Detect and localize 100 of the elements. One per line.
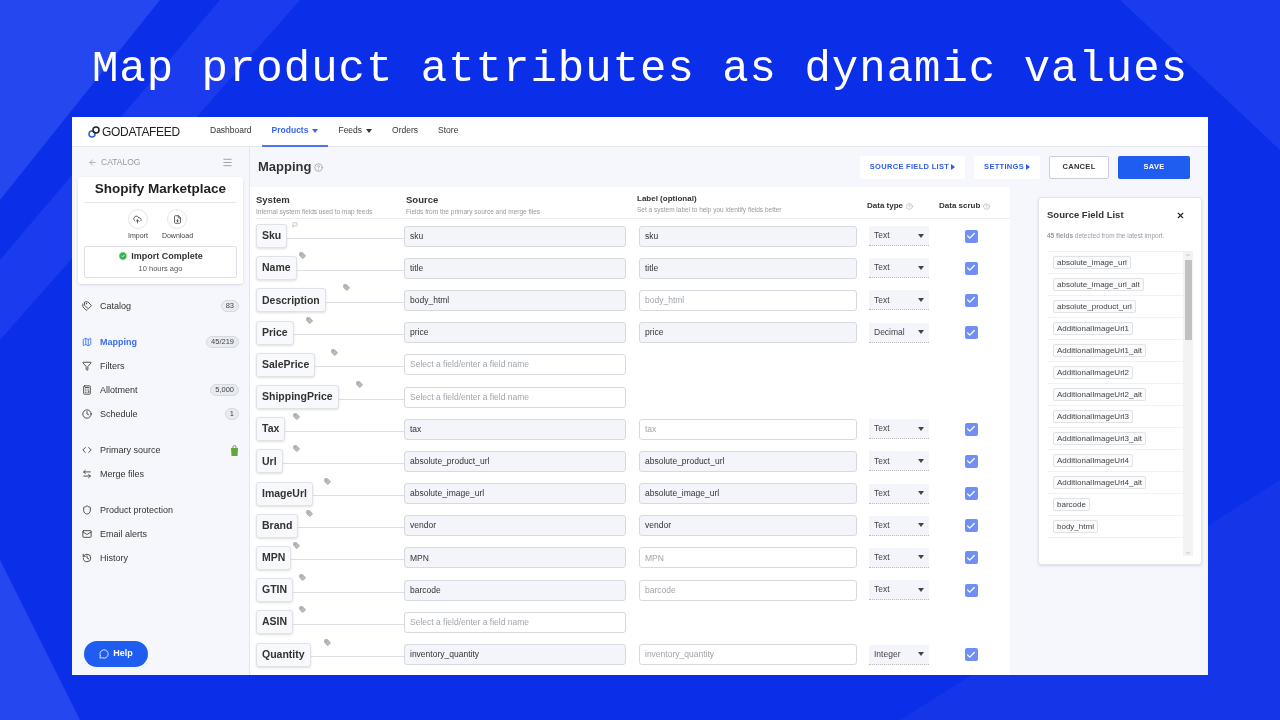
system-field-chip: Name bbox=[256, 256, 297, 281]
data-type-select[interactable]: Text bbox=[869, 547, 929, 568]
checkbox[interactable] bbox=[964, 454, 978, 468]
data-type-select[interactable]: Text bbox=[869, 226, 929, 247]
help-button[interactable]: Help bbox=[84, 641, 148, 667]
checkbox[interactable] bbox=[964, 648, 978, 662]
tag-icon bbox=[343, 284, 351, 292]
system-field-chip: Brand bbox=[256, 513, 299, 538]
field-chip[interactable]: absolute_image_url_alt bbox=[1053, 278, 1144, 291]
column-title: Data type bbox=[867, 200, 903, 212]
file-download-icon bbox=[173, 214, 182, 224]
sidebar-item[interactable]: Product protection bbox=[78, 498, 243, 523]
field-chip[interactable]: AdditionalImageUrl1 bbox=[1053, 322, 1134, 335]
system-field-chip: GTIN bbox=[256, 578, 294, 603]
nav-tab[interactable]: Feeds bbox=[328, 117, 383, 147]
help-icon bbox=[906, 202, 913, 210]
logo-mark-icon bbox=[88, 125, 100, 138]
checkbox[interactable] bbox=[964, 583, 978, 597]
text-field[interactable]: title bbox=[639, 257, 857, 279]
scrollbar[interactable] bbox=[1183, 252, 1193, 556]
text-field[interactable]: vendor bbox=[639, 515, 857, 537]
mail-icon bbox=[82, 529, 92, 540]
logo-text: GODATAFEED bbox=[102, 123, 180, 141]
data-type-select[interactable]: Decimal bbox=[869, 322, 929, 343]
field-chip[interactable]: AdditionalImageUrl3_alt bbox=[1053, 432, 1146, 445]
field-chip[interactable]: AdditionalImageUrl2 bbox=[1053, 366, 1134, 379]
data-type-select[interactable]: Text bbox=[869, 515, 929, 536]
system-field-chip: Tax bbox=[256, 417, 286, 442]
text-field[interactable]: sku bbox=[404, 225, 626, 247]
sidebar-item[interactable]: Merge files bbox=[78, 462, 243, 487]
text-field[interactable]: barcode bbox=[404, 579, 626, 601]
field-chip[interactable]: AdditionalImageUrl2_alt bbox=[1053, 388, 1146, 401]
checkbox[interactable] bbox=[964, 261, 978, 275]
menu-icon[interactable] bbox=[222, 156, 233, 168]
text-field[interactable]: price bbox=[404, 322, 626, 344]
check-circle-icon bbox=[118, 251, 129, 262]
data-type-select[interactable]: Text bbox=[869, 451, 929, 472]
field-chip[interactable]: AdditionalImageUrl4_alt bbox=[1053, 476, 1146, 489]
field-chip[interactable]: AdditionalImageUrl3 bbox=[1053, 410, 1134, 423]
nav-tab[interactable]: Dashboard bbox=[200, 117, 262, 147]
nav-tab[interactable]: Store bbox=[428, 117, 469, 147]
field-chip[interactable]: barcode bbox=[1053, 498, 1090, 511]
text-field[interactable]: absolute_image_url bbox=[639, 483, 857, 505]
system-field-chip: Url bbox=[256, 449, 283, 474]
text-field[interactable]: vendor bbox=[404, 515, 626, 537]
checkbox[interactable] bbox=[964, 326, 978, 340]
text-field[interactable]: sku bbox=[639, 225, 857, 247]
text-field[interactable]: body_html bbox=[404, 289, 626, 311]
system-field-chip: MPN bbox=[256, 545, 292, 570]
system-field-chip: SalePrice bbox=[256, 352, 316, 377]
checkbox[interactable] bbox=[964, 229, 978, 243]
tag-icon bbox=[292, 413, 300, 421]
checkbox[interactable] bbox=[964, 487, 978, 501]
panel-title: Source Field List bbox=[1047, 208, 1124, 222]
data-type-select[interactable]: Text bbox=[869, 419, 929, 440]
play-arrow-icon bbox=[951, 164, 956, 170]
text-field[interactable]: MPN bbox=[404, 547, 626, 569]
help-icon bbox=[314, 162, 324, 172]
data-type-select[interactable]: Text bbox=[869, 258, 929, 279]
checkbox[interactable] bbox=[964, 422, 978, 436]
field-chip[interactable]: absolute_product_url bbox=[1053, 300, 1136, 313]
tag-icon bbox=[305, 509, 313, 517]
field-chip[interactable]: absolute_image_url bbox=[1053, 256, 1131, 269]
caret-icon bbox=[918, 426, 924, 431]
scrollbar-thumb[interactable] bbox=[1184, 260, 1192, 340]
tag-icon bbox=[305, 316, 313, 324]
arrow-left-icon bbox=[88, 157, 97, 167]
column-title: Label (optional) bbox=[637, 193, 697, 205]
cloud-upload-icon bbox=[133, 214, 143, 224]
data-type-select[interactable]: Text bbox=[869, 290, 929, 311]
caret-icon bbox=[918, 265, 924, 270]
text-field[interactable]: title bbox=[404, 257, 626, 279]
text-field[interactable]: tax bbox=[404, 418, 626, 440]
text-field[interactable]: absolute_product_url bbox=[639, 450, 857, 472]
text-field[interactable]: inventory_quantity bbox=[404, 644, 626, 666]
checkbox[interactable] bbox=[964, 551, 978, 565]
filter-icon bbox=[82, 361, 92, 372]
text-field[interactable]: absolute_product_url bbox=[404, 450, 626, 472]
tag-icon bbox=[299, 574, 307, 582]
sidebar-item[interactable]: Email alerts bbox=[78, 522, 243, 547]
flag-icon bbox=[292, 222, 298, 229]
tag-icon bbox=[324, 477, 332, 485]
close-icon[interactable] bbox=[1176, 210, 1185, 220]
sidebar-item[interactable]: Filters bbox=[78, 354, 243, 379]
caret-icon bbox=[918, 297, 924, 302]
sidebar-item[interactable]: History bbox=[78, 546, 243, 571]
data-type-select[interactable]: Text bbox=[869, 483, 929, 504]
field-chip[interactable]: body_html bbox=[1053, 520, 1098, 533]
text-field[interactable]: absolute_image_url bbox=[404, 483, 626, 505]
nav-tab[interactable]: Orders bbox=[382, 117, 429, 147]
field-chip[interactable]: AdditionalImageUrl1_alt bbox=[1053, 344, 1146, 357]
checkbox[interactable] bbox=[964, 293, 978, 307]
data-type-select[interactable]: Integer bbox=[869, 644, 929, 665]
caret-icon bbox=[366, 128, 373, 133]
tag-icon bbox=[292, 541, 300, 549]
checkbox[interactable] bbox=[964, 519, 978, 533]
text-field[interactable]: price bbox=[639, 322, 857, 344]
sidebar-item[interactable]: Primary source bbox=[78, 438, 243, 463]
data-type-select[interactable]: Text bbox=[869, 580, 929, 601]
field-chip[interactable]: AdditionalImageUrl4 bbox=[1053, 454, 1134, 467]
